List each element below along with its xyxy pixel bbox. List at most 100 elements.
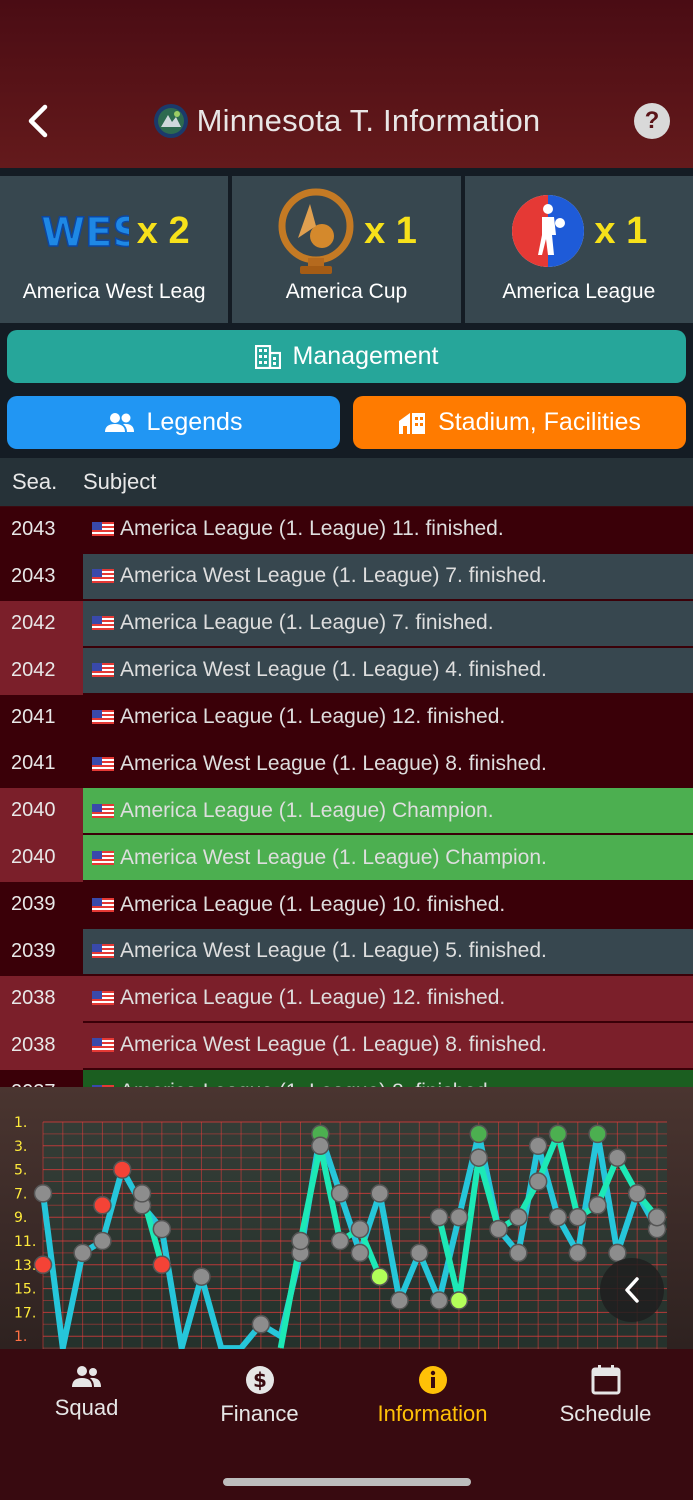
y-tick-label: 17.	[14, 1305, 36, 1321]
trophy-card-west-league[interactable]: WEST x 2 America West Leag	[0, 176, 229, 323]
svg-text:$: $	[253, 1368, 267, 1392]
tab-finance[interactable]: $ Finance	[173, 1365, 346, 1435]
table-row[interactable]: 2042 America West League (1. League) 4. f…	[0, 647, 693, 695]
table-row[interactable]: 2038 America League (1. League) 12. finis…	[0, 975, 693, 1023]
management-button[interactable]: Management	[7, 330, 686, 383]
data-point	[33, 1184, 53, 1203]
data-point	[647, 1207, 667, 1227]
us-flag-icon	[92, 991, 114, 1006]
table-row[interactable]: 2039 America West League (1. League) 5. f…	[0, 929, 693, 976]
question-circle-icon: ?	[644, 107, 660, 134]
data-point	[509, 1243, 528, 1263]
season-cell: 2042	[0, 600, 83, 648]
history-table-header: Sea. Subject	[0, 458, 693, 506]
table-row[interactable]: 2041 America West League (1. League) 8. f…	[0, 741, 693, 789]
season-cell: 2040	[0, 788, 83, 836]
us-flag-icon	[92, 897, 114, 912]
data-point	[330, 1184, 350, 1203]
season-cell: 2039	[0, 929, 83, 976]
season-cell: 2043	[0, 553, 83, 601]
us-flag-icon	[92, 850, 114, 865]
legends-button[interactable]: Legends	[7, 396, 340, 449]
data-point	[429, 1207, 449, 1227]
tab-squad[interactable]: Squad	[0, 1365, 173, 1435]
calendar-icon	[591, 1365, 620, 1395]
subject-column-header: Subject	[83, 469, 157, 494]
subject-cell: America West League (1. League) 7. finis…	[83, 553, 693, 599]
data-point	[449, 1291, 469, 1310]
subject-text: America League (1. League) 12. finished.	[120, 986, 506, 1010]
subject-text: America West League (1. League) 5. finis…	[120, 939, 547, 963]
data-point	[311, 1136, 330, 1156]
data-point	[192, 1267, 211, 1286]
subject-text: America West League (1. League) Champion…	[120, 845, 547, 869]
season-cell: 2037	[0, 1069, 83, 1087]
home-indicator	[223, 1478, 471, 1486]
tab-label: Schedule	[559, 1401, 652, 1426]
trophy-count: x 1	[594, 209, 648, 252]
table-row[interactable]: 2042 America League (1. League) 7. finish…	[0, 600, 693, 648]
trophy-summary: WEST x 2 America West Leag x 1 America C…	[0, 168, 693, 323]
subject-text: America League (1. League) 11. finished.	[120, 517, 504, 541]
table-row[interactable]: 2038 America West League (1. League) 8. f…	[0, 1022, 693, 1070]
people-icon	[71, 1366, 101, 1387]
season-cell: 2041	[0, 741, 83, 789]
help-button[interactable]: ?	[634, 103, 670, 139]
tab-label: Squad	[54, 1395, 119, 1420]
trophy-card-america-league[interactable]: x 1 America League	[464, 176, 693, 323]
subject-text: America League (1. League) 8. finished.	[120, 1080, 494, 1087]
data-point	[112, 1160, 132, 1179]
y-tick-label: 1.	[14, 1115, 27, 1131]
table-row[interactable]: 2043 America League (1. League) 11. finis…	[0, 507, 693, 554]
history-table-body: 2043 America League (1. League) 11. finis…	[0, 507, 693, 1087]
table-row[interactable]: 2037 America League (1. League) 8. finish…	[0, 1069, 693, 1087]
data-point	[73, 1243, 92, 1263]
trophy-count: x 2	[136, 209, 190, 252]
legends-label: Legends	[146, 408, 243, 436]
data-point	[548, 1207, 568, 1227]
subject-cell: America League (1. League) 11. finished.	[83, 507, 693, 552]
action-buttons: Management Legends Stadium, Facilities	[0, 323, 693, 458]
table-row[interactable]: 2040 America West League (1. League) Cham…	[0, 835, 693, 883]
tab-information[interactable]: Information	[346, 1365, 519, 1435]
trophy-card-america-cup[interactable]: x 1 America Cup	[232, 176, 461, 323]
data-point	[469, 1124, 488, 1144]
table-row[interactable]: 2043 America West League (1. League) 7. f…	[0, 553, 693, 601]
data-point	[251, 1315, 271, 1334]
table-row[interactable]: 2041 America League (1. League) 12. finis…	[0, 694, 693, 742]
data-point	[370, 1267, 389, 1286]
y-tick-label: 5.	[14, 1163, 27, 1179]
us-flag-icon	[92, 710, 114, 724]
subject-cell: America West League (1. League) 8. finis…	[83, 1022, 693, 1068]
info-icon	[418, 1366, 447, 1394]
us-flag-icon	[92, 663, 114, 678]
trophy-name: America League	[502, 280, 656, 303]
league-logo-icon	[512, 195, 585, 267]
data-point	[489, 1219, 508, 1239]
y-tick-label: 9.	[14, 1210, 27, 1226]
us-flag-icon	[92, 756, 114, 771]
collapse-chart-button[interactable]	[600, 1258, 664, 1322]
y-tick-label: 11.	[14, 1234, 36, 1250]
app-header: Minnesota T. Information ?	[0, 0, 693, 168]
table-row[interactable]: 2040 America League (1. League) Champion.	[0, 788, 693, 836]
title-bar: Minnesota T. Information	[0, 98, 693, 144]
trophy-name: America Cup	[285, 280, 408, 303]
data-point	[627, 1184, 647, 1203]
subject-text: America West League (1. League) 7. finis…	[120, 564, 547, 588]
y-tick-label: 1.	[14, 1329, 27, 1345]
subject-cell: America League (1. League) Champion.	[83, 788, 693, 834]
subject-cell: America West League (1. League) Champion…	[83, 835, 693, 881]
subject-cell: America League (1. League) 8. finished.	[83, 1069, 693, 1087]
subject-text: America West League (1. League) 4. finis…	[120, 658, 547, 682]
tab-schedule[interactable]: Schedule	[519, 1365, 692, 1435]
data-point	[291, 1231, 310, 1251]
building-icon	[254, 344, 281, 369]
data-point	[33, 1255, 53, 1275]
stadium-facilities-button[interactable]: Stadium, Facilities	[353, 396, 686, 449]
y-tick-label: 13.	[14, 1258, 36, 1274]
y-tick-label: 7.	[14, 1186, 27, 1202]
table-row[interactable]: 2039 America League (1. League) 10. finis…	[0, 882, 693, 930]
data-point	[152, 1219, 172, 1239]
data-point	[390, 1291, 409, 1310]
